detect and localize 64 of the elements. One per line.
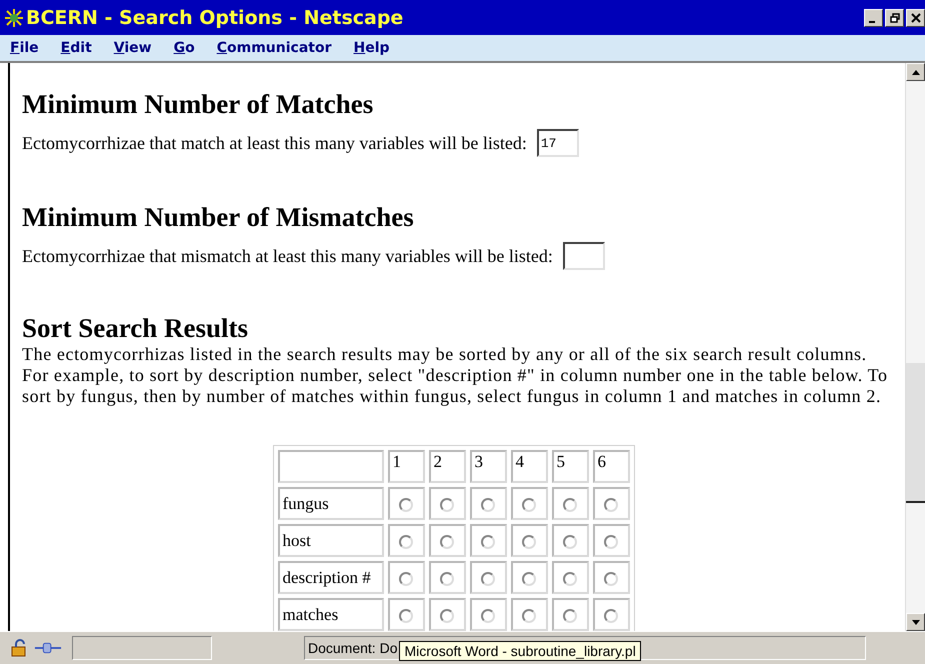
scroll-thumb[interactable] [906,363,925,503]
radio-button[interactable] [481,608,495,623]
section-heading: Minimum Number of Matches [22,89,374,120]
scroll-up-button[interactable] [906,63,925,81]
radio-button[interactable] [481,572,495,586]
menu-item[interactable]: Go [174,40,195,56]
radio-button[interactable] [522,608,536,623]
menu-item[interactable]: Edit [60,40,92,56]
restore-icon [890,12,900,22]
column-header: 5 [552,450,588,483]
section-heading: Minimum Number of Mismatches [22,202,415,233]
radio-button[interactable] [522,572,536,586]
radio-button[interactable] [522,534,536,549]
app-icon [4,8,24,28]
radio-button[interactable] [563,608,577,623]
field-label: Ectomycorrhizae that match at least this many variables will be listed: [22,132,527,154]
radio-button[interactable] [481,534,495,549]
restore-button[interactable] [885,8,904,26]
up-arrow-icon [912,70,920,74]
radio-button[interactable] [440,534,454,549]
radio-button[interactable] [604,498,618,512]
radio-button[interactable] [440,608,454,623]
radio-button[interactable] [440,498,454,512]
field-label: Ectomycorrhizae that mismatch at least this many variables will be listed: [22,246,553,266]
tooltip: Microsoft Word - subroutine_library.pl [399,641,641,661]
down-arrow-icon [912,620,920,624]
number-field[interactable]: 17 [536,129,579,157]
radio-button[interactable] [399,534,413,549]
column-header: 6 [592,450,630,483]
radio-button[interactable] [604,572,618,586]
radio-button[interactable] [604,608,618,623]
radio-button[interactable] [563,534,577,549]
radio-button[interactable] [399,572,413,586]
menu-item[interactable]: Communicator [216,40,332,56]
scrollbar[interactable] [905,63,925,631]
radio-button[interactable] [399,608,413,623]
scroll-down-button[interactable] [906,613,925,631]
window-title: BCERN - Search Options - Netscape [26,6,404,28]
radio-button[interactable] [604,534,618,549]
column-header: 2 [428,450,466,483]
radio-button[interactable] [440,572,454,586]
column-header: 1 [388,450,424,483]
minimize-icon [869,20,875,22]
column-header: 3 [470,450,506,483]
status-text: Document: Do [307,639,398,658]
row-label: description # [278,561,384,594]
number-field[interactable] [562,242,605,270]
menu-item[interactable]: File [10,40,39,56]
radio-button[interactable] [399,498,413,512]
menu-item[interactable]: View [114,40,152,56]
radio-button[interactable] [522,498,536,512]
menu-item[interactable]: Help [354,40,390,56]
row-label: fungus [278,487,384,520]
close-button[interactable] [906,8,925,26]
close-icon [910,12,920,22]
radio-button[interactable] [563,498,577,512]
column-header: 4 [510,450,548,483]
radio-button[interactable] [563,572,577,586]
row-label: matches [278,598,384,631]
radio-button[interactable] [481,498,495,512]
minimize-button[interactable] [864,8,883,26]
section-heading: Sort Search Results [22,313,249,344]
description-text: The ectomycorrhizas listed in the search results may be sorted by any or all of the six search result columns. For example, to sort by description number, select "description #" in column number one in the table below. To sort by fungus, then by number of matches within fungus, select fungus in column 1 and matches in column 2. [22,344,889,407]
row-label: host [278,524,384,557]
